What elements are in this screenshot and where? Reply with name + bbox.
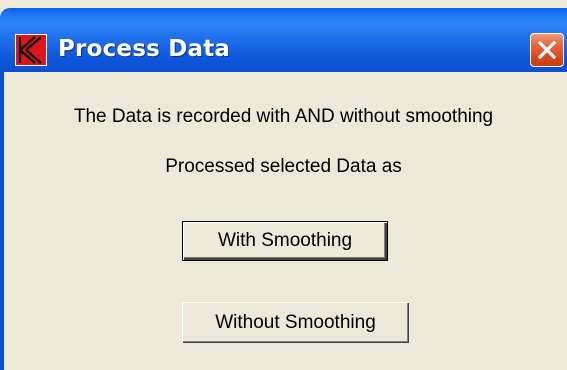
- recorded-message: The Data is recorded with AND without sm…: [73, 106, 494, 127]
- close-icon: [538, 41, 556, 59]
- k-logo-icon: [15, 34, 47, 66]
- window-title: Process Data: [58, 36, 231, 62]
- process-data-dialog: Process Data The Data is recorded with A…: [0, 0, 567, 370]
- close-button[interactable]: [530, 33, 564, 67]
- with-smoothing-button[interactable]: With Smoothing: [182, 221, 388, 261]
- process-prompt: Processed selected Data as: [165, 156, 402, 177]
- without-smoothing-button[interactable]: Without Smoothing: [182, 302, 409, 343]
- title-bar[interactable]: Process Data: [0, 8, 567, 72]
